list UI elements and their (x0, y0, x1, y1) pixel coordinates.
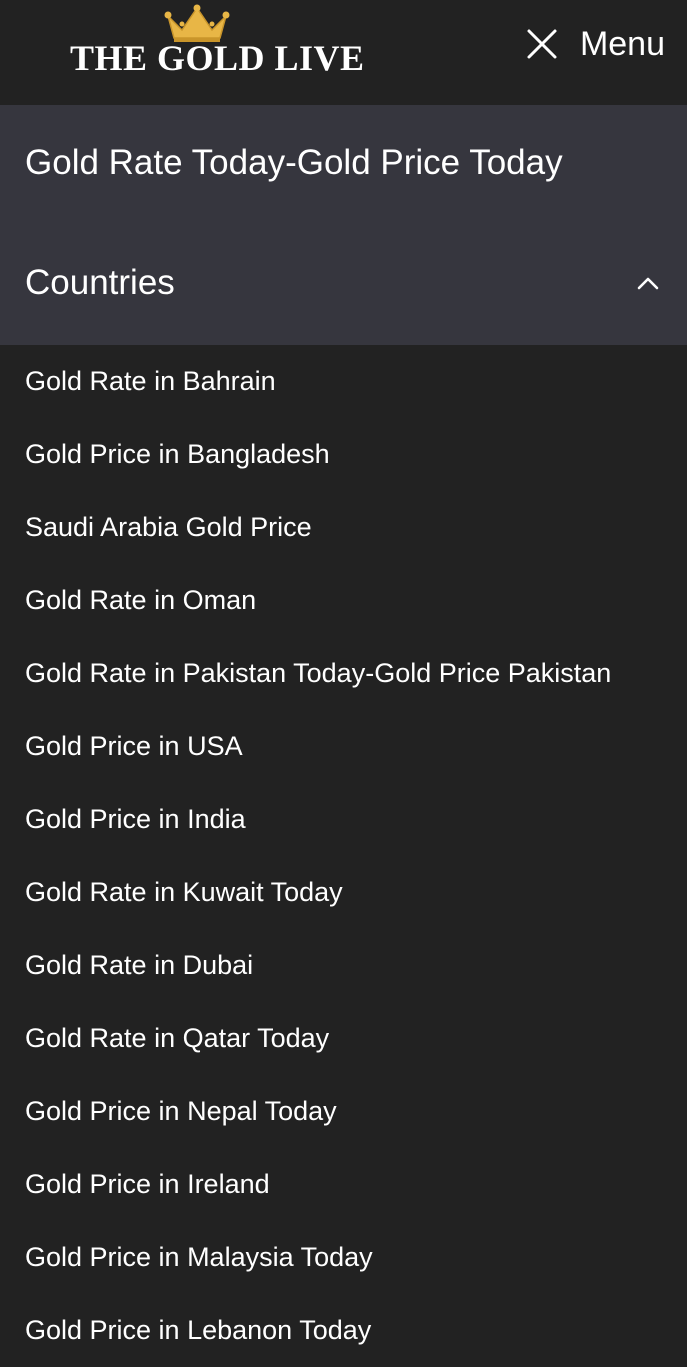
country-link-usa[interactable]: Gold Price in USA (0, 710, 687, 783)
country-link-malaysia[interactable]: Gold Price in Malaysia Today (0, 1221, 687, 1294)
countries-list: Gold Rate in Bahrain Gold Price in Bangl… (0, 345, 687, 1367)
menu-panel: Gold Rate Today-Gold Price Today Countri… (0, 105, 687, 345)
site-logo[interactable]: THE GOLD LIVE (70, 4, 364, 76)
country-link-qatar[interactable]: Gold Rate in Qatar Today (0, 1002, 687, 1075)
logo-text: THE GOLD LIVE (70, 38, 365, 78)
country-link-pakistan[interactable]: Gold Rate in Pakistan Today-Gold Price P… (0, 637, 687, 710)
country-link-dubai[interactable]: Gold Rate in Dubai (0, 929, 687, 1002)
country-link-india[interactable]: Gold Price in India (0, 783, 687, 856)
country-link-kuwait[interactable]: Gold Rate in Kuwait Today (0, 856, 687, 929)
country-link-saudi-arabia[interactable]: Saudi Arabia Gold Price (0, 491, 687, 564)
menu-toggle-button[interactable]: Menu (526, 22, 665, 66)
country-link-ireland[interactable]: Gold Price in Ireland (0, 1148, 687, 1221)
menu-link-gold-rate-today[interactable]: Gold Rate Today-Gold Price Today (25, 143, 563, 183)
country-link-lebanon[interactable]: Gold Price in Lebanon Today (0, 1294, 687, 1367)
close-icon (527, 29, 557, 59)
countries-section-label: Countries (25, 263, 175, 302)
country-link-bangladesh[interactable]: Gold Price in Bangladesh (0, 418, 687, 491)
country-link-bahrain[interactable]: Gold Rate in Bahrain (0, 345, 687, 418)
site-header: THE GOLD LIVE Menu (0, 0, 687, 105)
country-link-oman[interactable]: Gold Rate in Oman (0, 564, 687, 637)
menu-label: Menu (579, 24, 665, 63)
countries-section-toggle[interactable]: Countries (0, 245, 687, 325)
country-link-nepal[interactable]: Gold Price in Nepal Today (0, 1075, 687, 1148)
chevron-up-icon (637, 277, 659, 290)
